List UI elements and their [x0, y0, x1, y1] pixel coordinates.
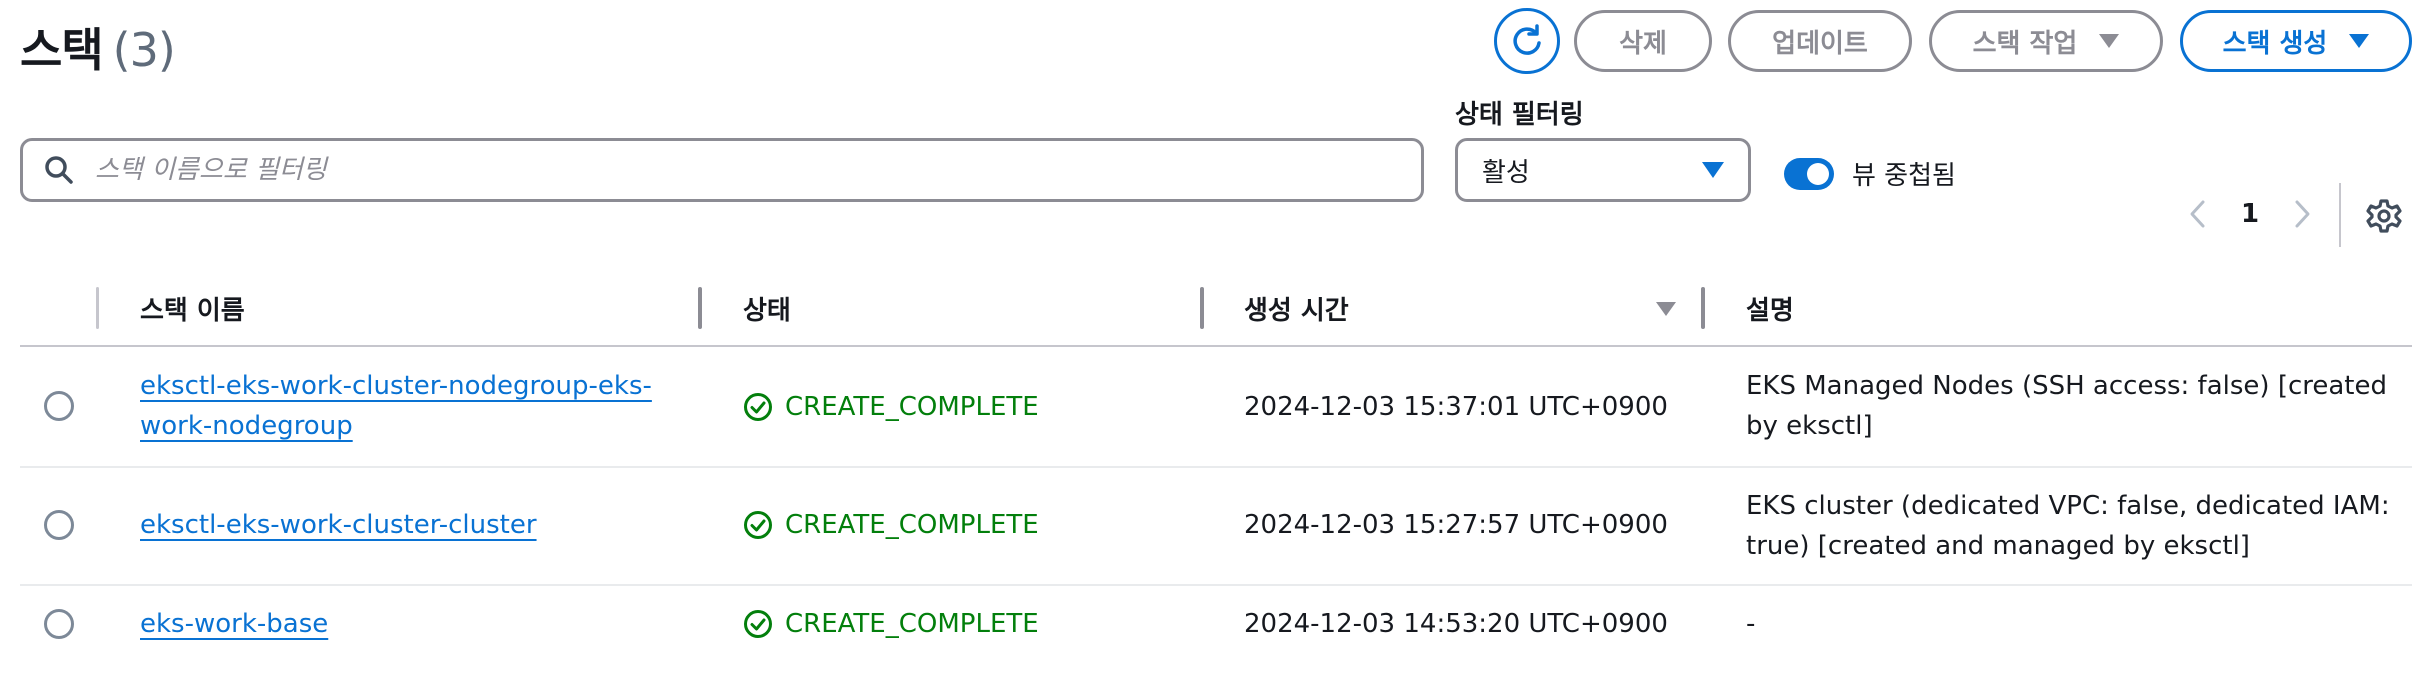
check-circle-icon [744, 511, 772, 539]
status-filter-value: 활성 [1482, 157, 1530, 188]
create-stack-label: 스택 생성 [2222, 28, 2328, 59]
current-page-number[interactable]: 1 [2220, 199, 2280, 229]
search-icon [45, 156, 73, 184]
stack-name-line[interactable]: work-nodegroup [140, 411, 353, 441]
stack-count: (3) [112, 23, 176, 77]
nested-view-toggle-group: 뷰 중첩됨 [1784, 155, 1956, 192]
column-header-created-time[interactable]: 생성 시간 [1244, 290, 1349, 327]
chevron-right-icon [2295, 200, 2310, 228]
row-select-radio[interactable] [44, 609, 74, 639]
sort-down-icon[interactable] [1654, 300, 1678, 318]
created-time-cell: 2024-12-03 15:27:57 UTC+0900 [1244, 510, 1668, 540]
stack-actions-button[interactable]: 스택 작업 [1929, 10, 2163, 72]
update-button[interactable]: 업데이트 [1728, 10, 1912, 72]
created-time-cell: 2024-12-03 14:53:20 UTC+0900 [1244, 609, 1668, 639]
stack-name-link[interactable]: eksctl-eks-work-cluster-cluster [140, 505, 537, 545]
row-divider [20, 466, 2412, 468]
stack-actions-label: 스택 작업 [1972, 28, 2078, 59]
caret-down-icon [2349, 34, 2370, 48]
table-header-border [20, 345, 2412, 347]
stack-name-line[interactable]: eksctl-eks-work-cluster-cluster [140, 510, 537, 540]
status-filter-label: 상태 필터링 [1455, 100, 1584, 130]
column-resizer[interactable] [1200, 287, 1204, 329]
previous-page-button[interactable] [2176, 192, 2220, 236]
column-header-status[interactable]: 상태 [743, 290, 791, 327]
column-header-description[interactable]: 설명 [1746, 290, 1794, 327]
page-title-text: 스택 [20, 23, 104, 77]
check-circle-icon [744, 610, 772, 638]
status-text: CREATE_COMPLETE [785, 392, 1039, 422]
description-cell: EKS Managed Nodes (SSH access: false) [c… [1746, 366, 2387, 446]
row-select-radio[interactable] [44, 510, 74, 540]
refresh-button[interactable] [1494, 8, 1560, 74]
description-cell: EKS cluster (dedicated VPC: false, dedic… [1746, 486, 2390, 566]
delete-button-label: 삭제 [1619, 28, 1667, 59]
row-divider [20, 584, 2412, 586]
description-line: EKS cluster (dedicated VPC: false, dedic… [1746, 491, 2390, 521]
description-line: EKS Managed Nodes (SSH access: false) [c… [1746, 371, 2387, 401]
pagination: 1 [2176, 192, 2324, 236]
caret-down-icon [2099, 34, 2120, 48]
created-time-cell: 2024-12-03 15:37:01 UTC+0900 [1244, 392, 1668, 422]
delete-button[interactable]: 삭제 [1574, 10, 1712, 72]
toggle-knob [1807, 162, 1829, 185]
chevron-left-icon [2190, 200, 2205, 228]
description-cell: - [1746, 609, 1756, 639]
stack-name-link[interactable]: eksctl-eks-work-cluster-nodegroup-eks- w… [140, 366, 652, 446]
status-filter-select[interactable]: 활성 [1455, 138, 1751, 202]
status-cell: CREATE_COMPLETE [743, 604, 1039, 644]
next-page-button[interactable] [2280, 192, 2324, 236]
search-input[interactable] [93, 154, 1397, 186]
column-resizer[interactable] [1701, 287, 1705, 329]
refresh-icon [1513, 24, 1541, 55]
preferences-button[interactable] [2360, 192, 2408, 240]
create-stack-button[interactable]: 스택 생성 [2180, 10, 2412, 72]
description-line: true) [created and managed by eksctl] [1746, 531, 2250, 561]
caret-down-icon [1702, 162, 1724, 178]
status-text: CREATE_COMPLETE [785, 510, 1039, 540]
pagination-divider [2339, 183, 2341, 247]
status-text: CREATE_COMPLETE [785, 609, 1039, 639]
row-select-radio[interactable] [44, 391, 74, 421]
description-line: by eksctl] [1746, 411, 1873, 441]
status-cell: CREATE_COMPLETE [743, 505, 1039, 545]
update-button-label: 업데이트 [1772, 28, 1868, 59]
stack-name-line[interactable]: eksctl-eks-work-cluster-nodegroup-eks- [140, 371, 652, 401]
stack-name-link[interactable]: eks-work-base [140, 604, 328, 644]
status-cell: CREATE_COMPLETE [743, 387, 1039, 427]
check-circle-icon [744, 393, 772, 421]
column-divider [96, 287, 99, 329]
stack-name-line[interactable]: eks-work-base [140, 609, 328, 639]
column-header-stack-name[interactable]: 스택 이름 [140, 290, 245, 327]
nested-view-label: 뷰 중첩됨 [1852, 161, 1956, 191]
nested-view-toggle[interactable] [1784, 157, 1834, 190]
column-resizer[interactable] [698, 287, 702, 329]
page-title: 스택 (3) [20, 14, 176, 80]
search-field[interactable] [20, 138, 1424, 202]
gear-icon [2366, 199, 2402, 233]
